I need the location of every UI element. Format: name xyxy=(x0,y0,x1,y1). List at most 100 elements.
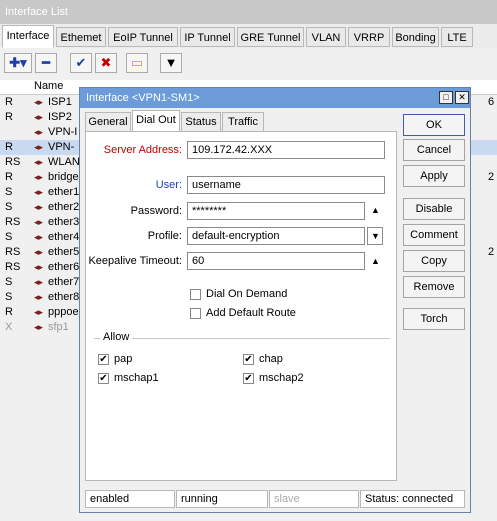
row-extra: 6 xyxy=(488,96,495,108)
row-flag: R xyxy=(5,111,13,123)
profile-label: Profile: xyxy=(147,230,182,242)
interface-icon: ◂▸ xyxy=(34,307,44,317)
row-flag: RS xyxy=(5,246,21,258)
mschap2-label: mschap2 xyxy=(259,372,304,384)
tab-eoip-tunnel[interactable]: EoIP Tunnel xyxy=(108,27,178,47)
interface-icon: ◂▸ xyxy=(34,322,44,332)
tab-status[interactable]: Status xyxy=(181,112,221,132)
pap-checkbox[interactable]: ✔ xyxy=(98,354,109,365)
tab-ethernet[interactable]: Ethemet xyxy=(56,27,106,47)
restore-icon[interactable]: □ xyxy=(439,91,453,104)
tab-lte[interactable]: LTE xyxy=(441,27,473,47)
disable-button[interactable]: Disable xyxy=(403,198,465,220)
pap-label: pap xyxy=(114,353,133,365)
apply-button[interactable]: Apply xyxy=(403,165,465,187)
dial-on-demand-label: Dial On Demand xyxy=(206,288,288,300)
row-flag: RS xyxy=(5,156,21,168)
row-name: ether3 xyxy=(48,216,80,228)
row-extra: 2 xyxy=(488,246,495,258)
row-name: ether5 xyxy=(48,246,80,258)
profile-select[interactable]: default-encryption xyxy=(187,227,365,245)
dial-on-demand-checkbox[interactable] xyxy=(190,289,201,300)
row-flag: S xyxy=(5,276,13,288)
interface-icon: ◂▸ xyxy=(34,217,44,227)
filter-icon[interactable]: ▼ xyxy=(160,53,182,73)
collapse-up-icon[interactable]: ▲ xyxy=(371,256,380,266)
interface-icon: ◂▸ xyxy=(34,247,44,257)
remove-button[interactable]: Remove xyxy=(403,276,465,298)
remove-icon[interactable]: ━ xyxy=(35,53,57,73)
row-flag: S xyxy=(5,186,13,198)
add-icon[interactable]: ✚▾ xyxy=(4,53,32,73)
enable-icon[interactable]: ✔ xyxy=(70,53,92,73)
row-flag: R xyxy=(5,171,13,183)
interface-icon: ◂▸ xyxy=(34,112,44,122)
column-name-header[interactable]: Name xyxy=(34,80,63,92)
keepalive-field[interactable]: 60 xyxy=(187,252,365,270)
server-address-field[interactable]: 109.172.42.XXX xyxy=(187,141,385,159)
status-connection: Status: connected xyxy=(360,490,465,508)
row-name: ether4 xyxy=(48,231,80,243)
row-name: ISP2 xyxy=(48,111,72,123)
tab-interface[interactable]: Interface xyxy=(2,25,54,48)
chap-label: chap xyxy=(259,353,283,365)
copy-button[interactable]: Copy xyxy=(403,250,465,272)
mschap1-label: mschap1 xyxy=(114,372,159,384)
allow-divider xyxy=(94,338,390,339)
interface-icon: ◂▸ xyxy=(34,97,44,107)
status-slave: slave xyxy=(269,490,359,508)
row-extra: 2 xyxy=(488,171,495,183)
add-default-route-checkbox[interactable] xyxy=(190,308,201,319)
row-name: ISP1 xyxy=(48,96,72,108)
password-label: Password: xyxy=(130,205,182,217)
mschap2-checkbox[interactable]: ✔ xyxy=(243,373,254,384)
dial-out-panel: Server Address: 109.172.42.XXX User: use… xyxy=(85,131,397,481)
comment-icon[interactable]: ▭ xyxy=(126,53,148,73)
tab-traffic[interactable]: Traffic xyxy=(222,112,264,132)
close-icon[interactable]: ✕ xyxy=(455,91,469,104)
row-flag: RS xyxy=(5,261,21,273)
user-label: User: xyxy=(155,179,182,191)
interface-icon: ◂▸ xyxy=(34,232,44,242)
row-name: ether6 xyxy=(48,261,80,273)
interface-icon: ◂▸ xyxy=(34,202,44,212)
tab-general[interactable]: General xyxy=(85,112,131,132)
password-field[interactable]: ******** xyxy=(187,202,365,220)
add-default-route-label: Add Default Route xyxy=(206,307,296,319)
tab-dial-out[interactable]: Dial Out xyxy=(132,110,180,132)
interface-icon: ◂▸ xyxy=(34,127,44,137)
ok-button[interactable]: OK xyxy=(403,114,465,136)
row-name: ether1 xyxy=(48,186,80,198)
chap-checkbox[interactable]: ✔ xyxy=(243,354,254,365)
row-name: ether7 xyxy=(48,276,80,288)
comment-button[interactable]: Comment xyxy=(403,224,465,246)
row-flag: R xyxy=(5,141,13,153)
row-name: bridge xyxy=(48,171,79,183)
interface-list-title: Interface List xyxy=(0,0,497,24)
tab-vlan[interactable]: VLAN xyxy=(306,27,346,47)
row-name: WLAN xyxy=(48,156,80,168)
user-field[interactable]: username xyxy=(187,176,385,194)
collapse-up-icon[interactable]: ▲ xyxy=(371,205,380,215)
row-name: sfp1 xyxy=(48,321,69,333)
row-flag: S xyxy=(5,291,13,303)
status-bar: enabled running slave Status: connected xyxy=(85,490,465,508)
dialog-title: Interface <VPN1-SM1> xyxy=(80,88,470,108)
tab-vrrp[interactable]: VRRP xyxy=(348,27,390,47)
tab-ip-tunnel[interactable]: IP Tunnel xyxy=(180,27,235,47)
tab-gre-tunnel[interactable]: GRE Tunnel xyxy=(237,27,304,47)
interface-icon: ◂▸ xyxy=(34,187,44,197)
row-name: ether8 xyxy=(48,291,80,303)
cancel-button[interactable]: Cancel xyxy=(403,139,465,161)
allow-group-label: Allow xyxy=(100,331,133,343)
status-running: running xyxy=(176,490,268,508)
row-name: ether2 xyxy=(48,201,80,213)
interface-icon: ◂▸ xyxy=(34,142,44,152)
torch-button[interactable]: Torch xyxy=(403,308,465,330)
mschap1-checkbox[interactable]: ✔ xyxy=(98,373,109,384)
interface-dialog: Interface <VPN1-SM1> □ ✕ General Dial Ou… xyxy=(79,87,471,513)
tab-bonding[interactable]: Bonding xyxy=(392,27,439,47)
dropdown-icon[interactable]: ▼ xyxy=(367,227,383,245)
disable-icon[interactable]: ✖ xyxy=(95,53,117,73)
interface-list-tabs: Interface Ethemet EoIP Tunnel IP Tunnel … xyxy=(0,24,497,48)
